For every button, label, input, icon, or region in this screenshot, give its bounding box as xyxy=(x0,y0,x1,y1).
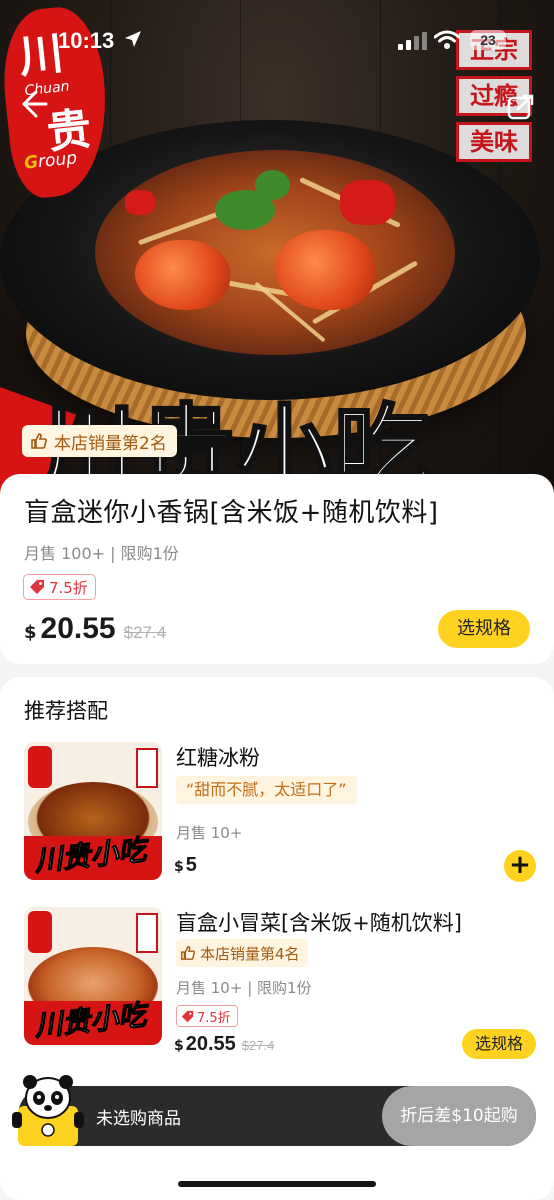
sales-rank-badge: 本店销量第4名 xyxy=(176,939,308,967)
thumbs-up-icon xyxy=(31,433,47,449)
price-tag-icon xyxy=(181,1010,194,1022)
section-title: 推荐搭配 xyxy=(24,699,108,723)
spicy-pot-food xyxy=(95,150,455,355)
current-price: 20.55 xyxy=(40,612,116,645)
price-tag-icon xyxy=(30,580,44,594)
cart-bar[interactable]: 未选购商品 折后差$10起购 xyxy=(18,1086,536,1146)
cart-status-text: 未选购商品 xyxy=(96,1109,181,1129)
add-to-cart-button[interactable]: + xyxy=(504,850,536,882)
plus-icon: + xyxy=(509,850,531,880)
back-button[interactable] xyxy=(16,88,56,128)
checkout-button[interactable]: 折后差$10起购 xyxy=(382,1086,536,1146)
review-quote: “甜而不腻，太适口了” xyxy=(176,776,357,804)
discount-badge: 7.5折 xyxy=(23,574,96,600)
price-row: $ 20.55 $27.4 xyxy=(24,612,167,645)
thumbs-up-icon xyxy=(181,946,196,960)
clock: 10:13 xyxy=(58,28,115,53)
product-title: 盲盒迷你小香锅[含米饭+随机饮料] xyxy=(24,498,439,528)
item-sales-meta: 月售 10+ xyxy=(176,824,243,842)
wifi-icon xyxy=(434,30,460,49)
select-spec-button[interactable]: 选规格 xyxy=(462,1029,536,1059)
item-price: $ 5 xyxy=(174,854,197,876)
item-title: 盲盒小冒菜[含米饭+随机饮料] xyxy=(176,911,462,935)
sales-rank-badge: 本店销量第2名 xyxy=(22,425,177,457)
status-bar: 10:13 23 xyxy=(0,0,554,80)
list-item[interactable]: 川贵小吃 红糖冰粉 “甜而不腻，太适口了” 月售 10+ $ 5 + xyxy=(0,742,554,892)
arrow-left-icon xyxy=(22,90,48,118)
brand-group-text: Group xyxy=(23,148,78,174)
item-sales-meta: 月售 10+ | 限购1份 xyxy=(176,979,312,997)
home-indicator[interactable] xyxy=(178,1181,376,1187)
battery-indicator: 23 xyxy=(470,30,506,50)
item-thumbnail: 川贵小吃 xyxy=(24,907,162,1045)
list-item[interactable]: 川贵小吃 盲盒小冒菜[含米饭+随机饮料] 本店销量第4名 月售 10+ | 限购… xyxy=(0,907,554,1059)
item-title: 红糖冰粉 xyxy=(176,746,260,770)
share-icon xyxy=(507,94,534,120)
cellular-signal-icon xyxy=(398,32,427,50)
item-price: $ 20.55 $27.4 xyxy=(174,1033,275,1055)
product-detail-screen: 川贵小吃 川 Chuan 贵 Group 正宗 过瘾 美味 本店销量第2名 10… xyxy=(0,0,554,1200)
location-arrow-icon xyxy=(125,31,141,47)
original-price: $27.4 xyxy=(123,623,167,642)
product-info-card: 盲盒迷你小香锅[含米饭+随机饮料] 月售 100+ | 限购1份 7.5折 $ … xyxy=(0,474,554,664)
select-spec-button[interactable]: 选规格 xyxy=(438,610,530,648)
share-button[interactable] xyxy=(506,92,536,122)
item-thumbnail: 川贵小吃 xyxy=(24,742,162,880)
panda-cart-icon[interactable] xyxy=(12,1072,84,1148)
discount-badge: 7.5折 xyxy=(176,1005,238,1027)
product-sales-meta: 月售 100+ | 限购1份 xyxy=(24,544,179,563)
